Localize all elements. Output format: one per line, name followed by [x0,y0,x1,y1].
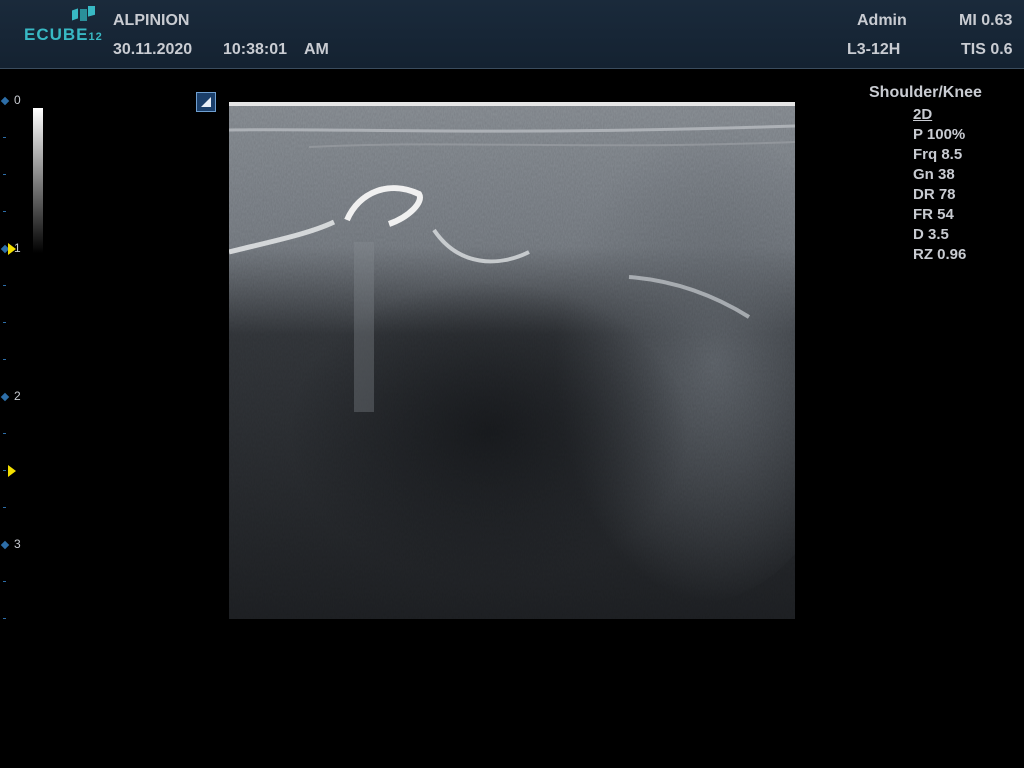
exam-date: 30.11.2020 [113,41,193,58]
logo-wordmark: ECUBE [24,25,89,44]
mechanical-index: MI 0.63 [959,12,1013,29]
param-frequency: Frq 8.5 [913,146,963,163]
param-dynamic-range: DR 78 [913,186,956,203]
depth-major-tick [0,540,10,550]
param-gain: Gn 38 [913,166,955,183]
depth-minor-tick [3,285,6,286]
depth-minor-tick [3,174,6,175]
ultrasound-image-render [229,102,795,619]
ecube-logo: ECUBE12 [24,6,104,46]
depth-minor-tick [3,618,6,619]
param-frame-rate: FR 54 [913,206,954,223]
depth-major-tick [0,96,10,106]
probe-orientation-icon [196,92,216,112]
depth-minor-tick [3,433,6,434]
depth-major-tick [0,392,10,402]
grayscale-bar [33,108,43,253]
exam-time-ampm: AM [304,41,329,58]
depth-minor-tick [3,211,6,212]
logo-model-number: 12 [88,31,103,43]
thermal-index: TIS 0.6 [961,41,1013,58]
depth-minor-tick [3,507,6,508]
depth-minor-tick [3,137,6,138]
param-resolution-zoom: RZ 0.96 [913,246,967,263]
param-power: P 100% [913,126,966,143]
param-depth: D 3.5 [913,226,949,243]
focus-marker-icon[interactable] [8,465,16,477]
depth-minor-tick [3,359,6,360]
ultrasound-image[interactable] [229,102,795,619]
header-bar: ECUBE12 ALPINION 30.11.2020 10:38:01 AM … [0,0,1024,69]
probe-name: L3-12H [847,41,901,58]
exam-preset: Shoulder/Knee [869,84,982,101]
manufacturer-name: ALPINION [113,12,190,29]
imaging-mode: 2D [913,106,933,123]
depth-label-0: 0 [14,93,21,107]
focus-marker-icon[interactable] [8,243,16,255]
depth-label-2: 2 [14,389,21,403]
logo-text: ECUBE12 [24,25,103,45]
depth-minor-tick [3,581,6,582]
exam-time: 10:38:01 [223,41,288,58]
depth-label-3: 3 [14,537,21,551]
depth-minor-tick [3,322,6,323]
depth-minor-tick [3,470,6,471]
user-name: Admin [857,12,907,29]
